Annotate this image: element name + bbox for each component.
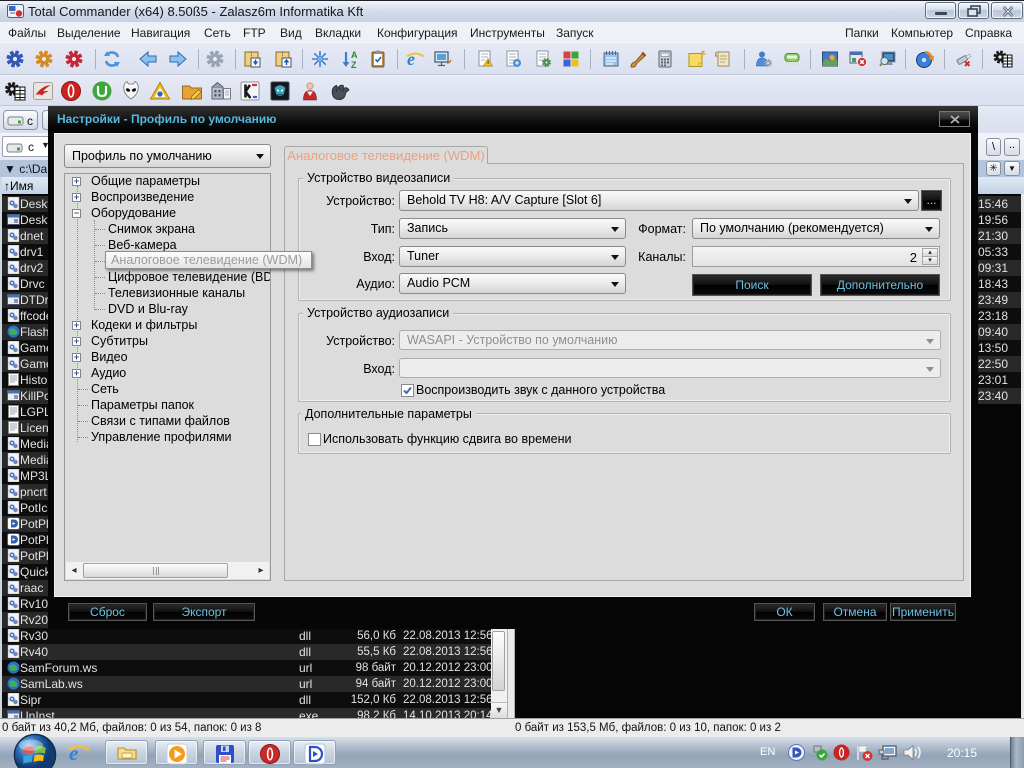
svg-text:Z: Z [351,60,357,69]
svg-text:A: A [351,50,358,60]
svg-text:e: e [69,742,78,764]
svg-text:e: e [407,49,415,69]
